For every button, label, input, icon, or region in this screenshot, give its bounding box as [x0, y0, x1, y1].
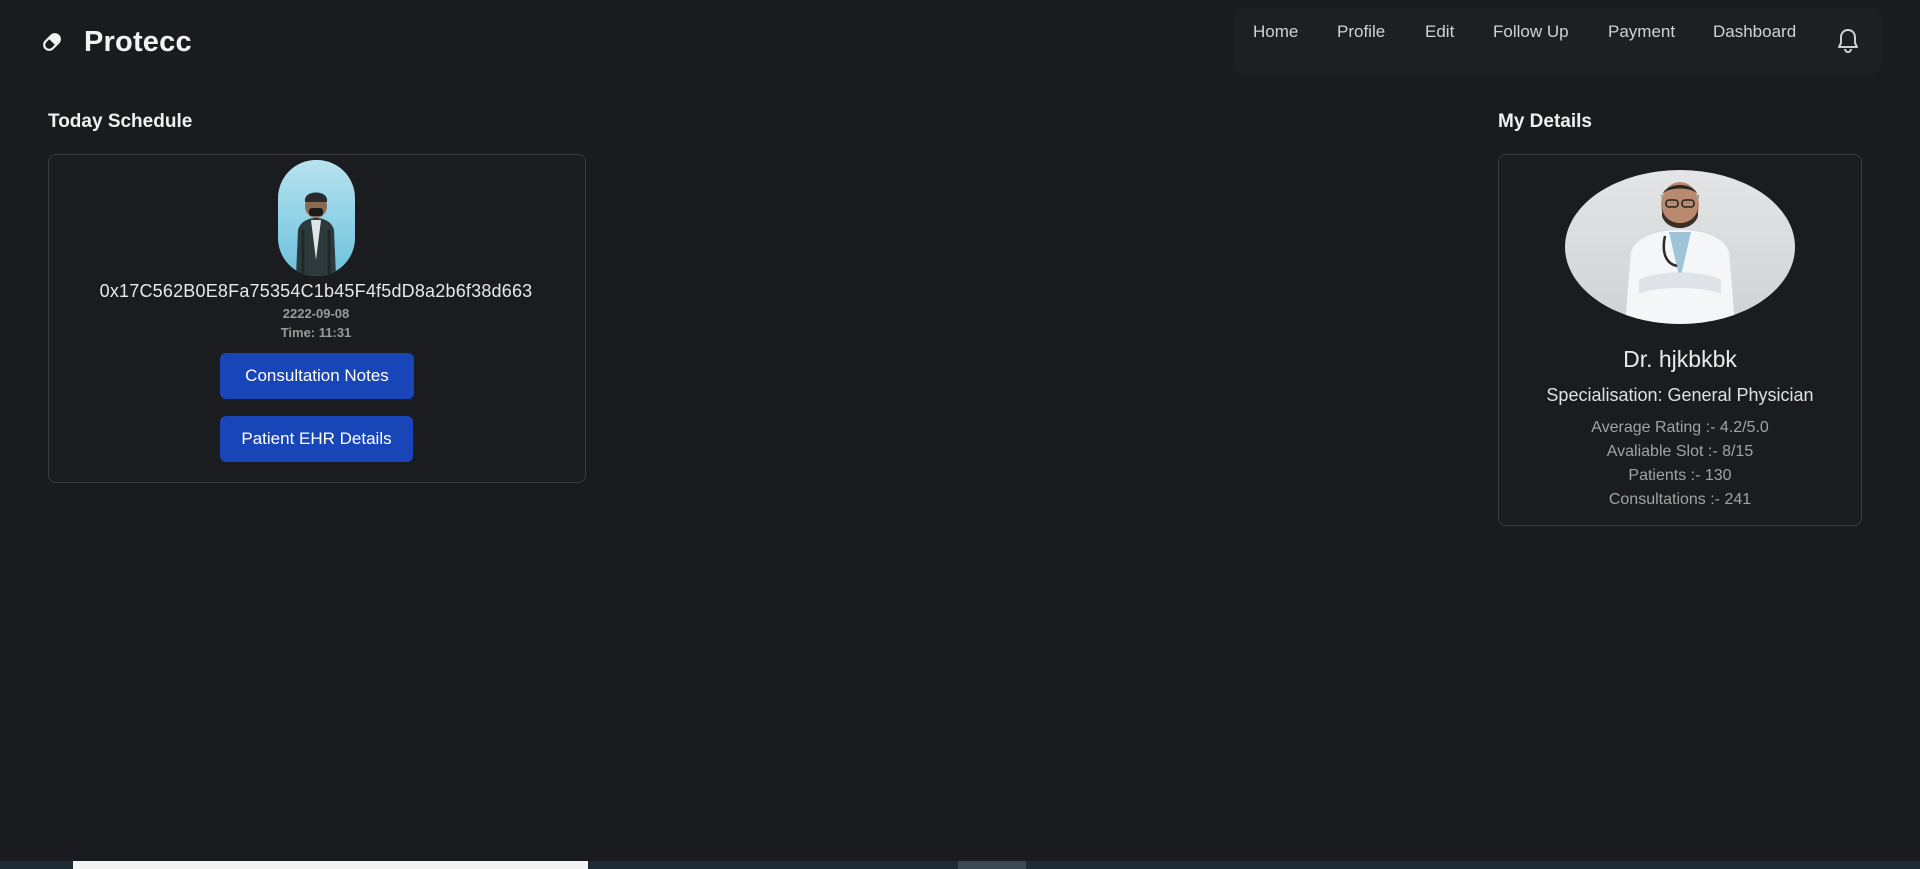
today-schedule-title: Today Schedule [48, 111, 193, 132]
patient-wallet-id: 0x17C562B0E8Fa75354C1b45F4f5dD8a2b6f38d6… [99, 281, 533, 301]
taskbar-search-edge [73, 861, 588, 869]
brand-name: Protecc [84, 25, 192, 58]
nav-dashboard[interactable]: Dashboard [1713, 22, 1796, 42]
nav-edit[interactable]: Edit [1425, 22, 1454, 42]
nav-home[interactable]: Home [1253, 22, 1298, 42]
taskbar-active-edge [958, 861, 1026, 869]
average-rating: Average Rating :- 4.2/5.0 [1591, 419, 1769, 436]
brand[interactable]: Protecc [40, 22, 192, 62]
consultation-notes-button[interactable]: Consultation Notes [220, 353, 414, 399]
nav-follow-up[interactable]: Follow Up [1493, 22, 1569, 42]
patient-avatar [278, 160, 355, 276]
nav-profile[interactable]: Profile [1337, 22, 1385, 42]
available-slot: Avaliable Slot :- 8/15 [1606, 443, 1754, 460]
consultations-count: Consultations :- 241 [1608, 491, 1752, 508]
doctor-avatar [1565, 170, 1795, 324]
appointment-date: 2222-09-08 [282, 306, 350, 321]
nav-payment[interactable]: Payment [1608, 22, 1675, 42]
pill-icon [40, 30, 64, 54]
doctor-specialisation: Specialisation: General Physician [1546, 385, 1814, 405]
my-details-title: My Details [1498, 111, 1592, 132]
patient-ehr-details-button[interactable]: Patient EHR Details [220, 416, 413, 462]
navbar: Protecc Home Profile Edit Follow Up Paym… [0, 0, 1920, 84]
doctor-name: Dr. hjkbkbk [1623, 346, 1737, 372]
appointment-time: Time: 11:31 [280, 325, 352, 340]
bell-icon[interactable] [1837, 28, 1859, 54]
patients-count: Patients :- 130 [1628, 467, 1732, 484]
